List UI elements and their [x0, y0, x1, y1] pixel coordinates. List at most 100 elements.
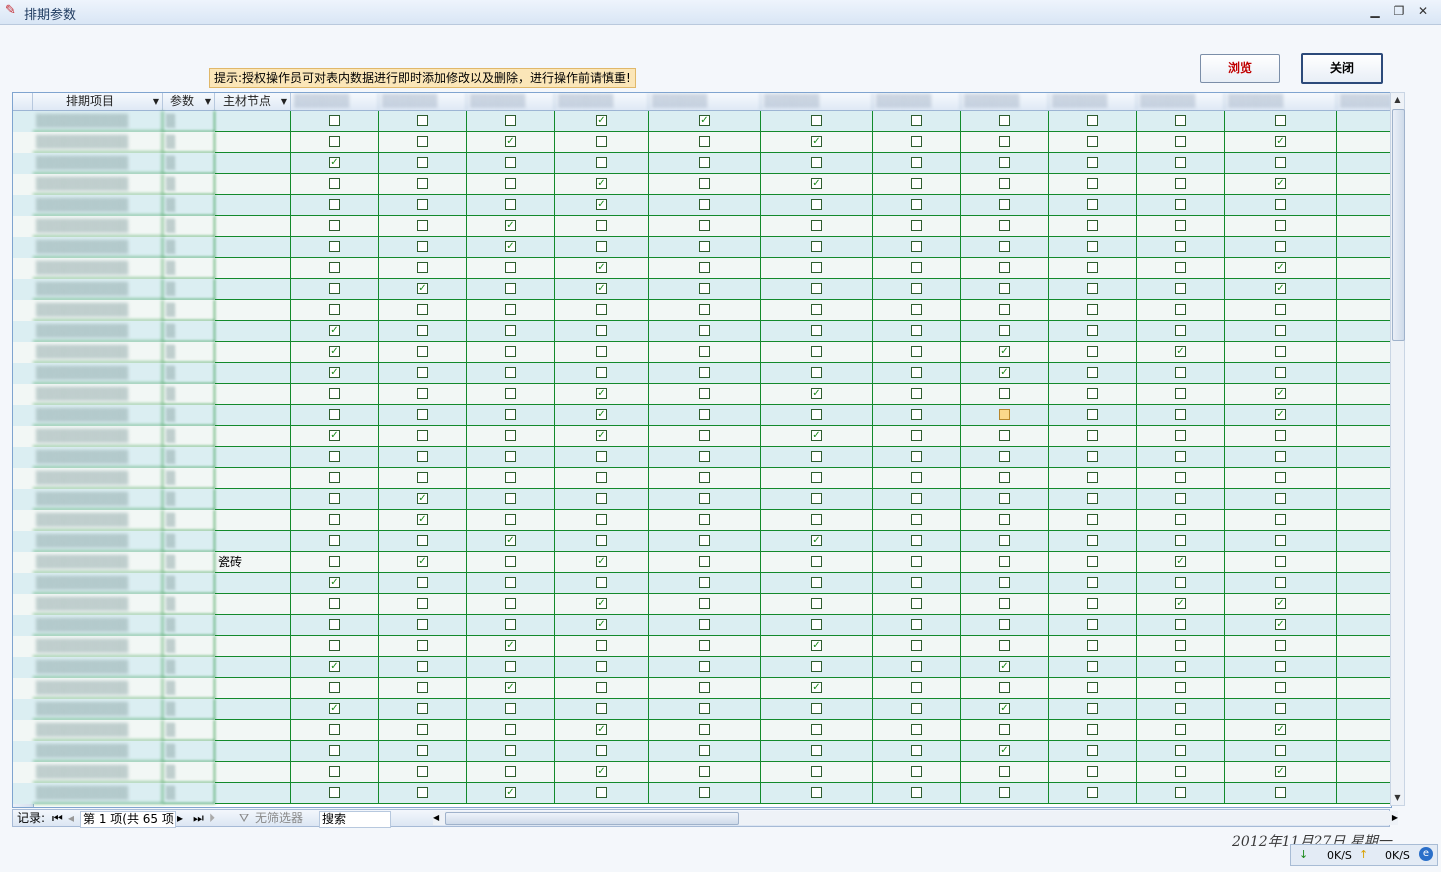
filter-status[interactable]: 无筛选器 — [255, 811, 303, 826]
checkbox[interactable] — [699, 367, 710, 378]
checkbox[interactable] — [999, 766, 1010, 777]
checkbox[interactable] — [329, 262, 340, 273]
checkbox-checked[interactable]: ✓ — [505, 220, 516, 231]
checkbox-checked[interactable]: ✓ — [417, 283, 428, 294]
material-node-cell[interactable] — [215, 720, 291, 741]
checkbox-cell[interactable] — [873, 363, 961, 384]
checkbox-cell[interactable]: ✓ — [761, 678, 873, 699]
checkbox-checked[interactable]: ✓ — [596, 388, 607, 399]
checkbox[interactable] — [505, 325, 516, 336]
checkbox-cell[interactable] — [649, 237, 761, 258]
checkbox-cell[interactable] — [761, 489, 873, 510]
restore-button[interactable]: ❐ — [1388, 2, 1410, 20]
scroll-up-icon[interactable]: ▲ — [1391, 93, 1404, 107]
checkbox-cell[interactable] — [379, 363, 467, 384]
checkbox-cell[interactable] — [291, 468, 379, 489]
checkbox-cell[interactable] — [761, 510, 873, 531]
checkbox[interactable] — [911, 514, 922, 525]
checkbox-cell[interactable] — [961, 531, 1049, 552]
checkbox[interactable] — [811, 703, 822, 714]
checkbox-cell[interactable] — [1225, 195, 1337, 216]
checkbox[interactable] — [596, 472, 607, 483]
checkbox-checked[interactable]: ✓ — [1275, 136, 1286, 147]
checkbox[interactable] — [1175, 619, 1186, 630]
checkbox-cell[interactable] — [873, 678, 961, 699]
material-node-cell[interactable] — [215, 447, 291, 468]
close-button[interactable]: 关闭 — [1301, 53, 1383, 84]
schedule-item-cell[interactable]: ▒▒▒▒▒▒▒▒▒▒ — [33, 174, 163, 195]
checkbox-cell[interactable] — [961, 237, 1049, 258]
checkbox-cell[interactable]: ✓ — [379, 279, 467, 300]
checkbox-cell[interactable] — [467, 195, 555, 216]
checkbox-checked[interactable]: ✓ — [596, 556, 607, 567]
checkbox-checked[interactable]: ✓ — [1275, 619, 1286, 630]
checkbox-cell[interactable] — [1225, 237, 1337, 258]
material-node-cell[interactable] — [215, 174, 291, 195]
checkbox[interactable] — [1175, 787, 1186, 798]
checkbox[interactable] — [811, 304, 822, 315]
checkbox-cell[interactable] — [555, 300, 649, 321]
checkbox[interactable] — [1275, 367, 1286, 378]
checkbox-cell[interactable] — [649, 321, 761, 342]
checkbox-cell[interactable] — [961, 594, 1049, 615]
checkbox-cell[interactable] — [291, 279, 379, 300]
checkbox-cell[interactable]: ✓ — [1225, 279, 1337, 300]
table-row[interactable]: ▒▒▒▒▒▒▒▒▒▒ ▒ ✓ — [13, 510, 1391, 531]
checkbox[interactable] — [699, 619, 710, 630]
checkbox[interactable] — [417, 682, 428, 693]
table-row[interactable]: ▒▒▒▒▒▒▒▒▒▒ ▒ ✓ ✓ — [13, 363, 1391, 384]
checkbox[interactable] — [1175, 535, 1186, 546]
checkbox[interactable] — [911, 640, 922, 651]
checkbox[interactable] — [911, 472, 922, 483]
checkbox[interactable] — [505, 766, 516, 777]
checkbox-cell[interactable] — [1049, 552, 1137, 573]
header-blurred-column[interactable]: ▒▒▒▒▒▒ — [649, 93, 761, 110]
checkbox-cell[interactable] — [961, 783, 1049, 804]
checkbox-cell[interactable]: ✓ — [555, 195, 649, 216]
material-node-cell[interactable] — [215, 594, 291, 615]
checkbox-cell[interactable] — [1137, 762, 1225, 783]
checkbox-cell[interactable] — [1137, 720, 1225, 741]
checkbox-cell[interactable] — [1049, 699, 1137, 720]
checkbox-cell[interactable]: ✓ — [291, 699, 379, 720]
checkbox-cell[interactable] — [291, 300, 379, 321]
checkbox[interactable] — [596, 640, 607, 651]
checkbox-cell[interactable] — [1225, 531, 1337, 552]
checkbox[interactable] — [699, 514, 710, 525]
checkbox-checked[interactable]: ✓ — [596, 766, 607, 777]
checkbox[interactable] — [1087, 262, 1098, 273]
checkbox-cell[interactable]: ✓ — [1137, 552, 1225, 573]
schedule-item-cell[interactable]: ▒▒▒▒▒▒▒▒▒▒ — [33, 594, 163, 615]
checkbox[interactable] — [1275, 514, 1286, 525]
checkbox-checked[interactable]: ✓ — [596, 619, 607, 630]
checkbox-cell[interactable]: ✓ — [555, 720, 649, 741]
param-cell[interactable]: ▒ — [163, 300, 215, 321]
checkbox-cell[interactable] — [649, 531, 761, 552]
checkbox-checked[interactable]: ✓ — [1175, 346, 1186, 357]
checkbox[interactable] — [999, 472, 1010, 483]
checkbox-checked[interactable]: ✓ — [811, 388, 822, 399]
checkbox[interactable] — [1275, 115, 1286, 126]
checkbox-cell[interactable] — [1137, 657, 1225, 678]
checkbox[interactable] — [699, 325, 710, 336]
checkbox-cell[interactable] — [649, 699, 761, 720]
checkbox-cell[interactable] — [649, 363, 761, 384]
checkbox-cell[interactable] — [1049, 405, 1137, 426]
checkbox[interactable] — [1087, 556, 1098, 567]
checkbox-checked[interactable]: ✓ — [1175, 556, 1186, 567]
checkbox-cell[interactable]: ✓ — [961, 363, 1049, 384]
checkbox-checked[interactable]: ✓ — [329, 661, 340, 672]
checkbox-cell[interactable] — [291, 132, 379, 153]
checkbox-checked[interactable]: ✓ — [811, 136, 822, 147]
checkbox[interactable] — [811, 787, 822, 798]
checkbox[interactable] — [999, 514, 1010, 525]
checkbox[interactable] — [1275, 640, 1286, 651]
checkbox-cell[interactable] — [1049, 573, 1137, 594]
checkbox[interactable] — [417, 766, 428, 777]
header-blurred-column[interactable]: ▒▒▒▒▒▒ — [873, 93, 961, 110]
checkbox-cell[interactable]: ✓ — [555, 174, 649, 195]
checkbox[interactable] — [1275, 241, 1286, 252]
checkbox[interactable] — [505, 577, 516, 588]
checkbox-cell[interactable] — [649, 594, 761, 615]
checkbox-cell[interactable] — [649, 762, 761, 783]
